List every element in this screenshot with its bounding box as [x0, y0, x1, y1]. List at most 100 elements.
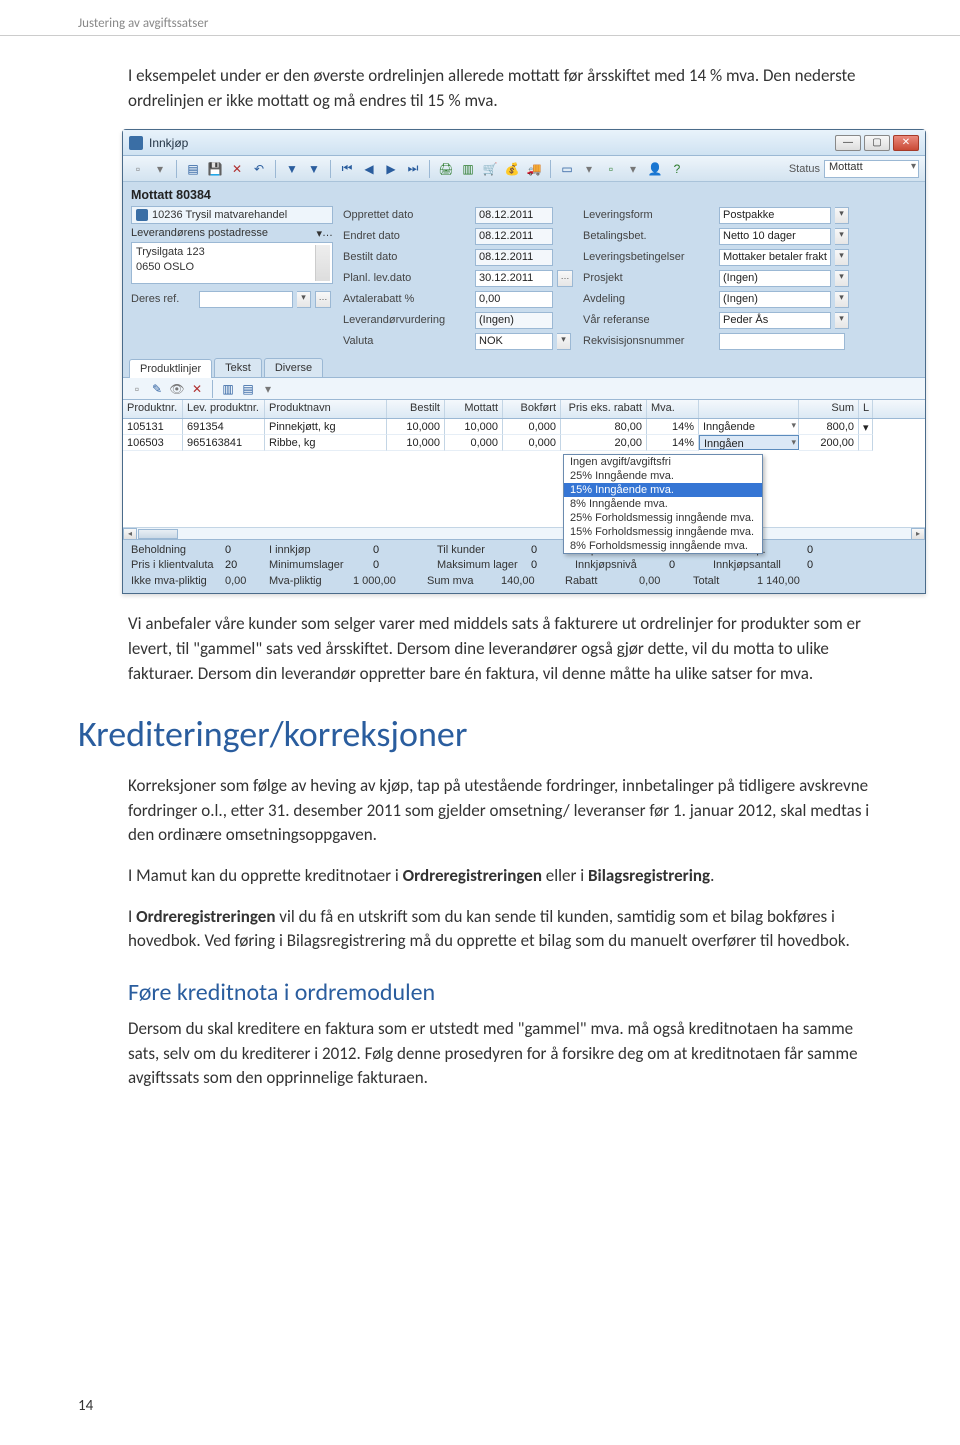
address-type-select[interactable]: Leverandørens postadresse	[131, 227, 316, 240]
field-label: Avtalerabatt %	[343, 293, 414, 305]
tab-produktlinjer[interactable]: Produktlinjer	[129, 359, 212, 378]
new-line-icon[interactable]: ▫	[129, 381, 145, 397]
chart-icon[interactable]: ▥	[459, 160, 477, 178]
deres-ref-input[interactable]	[199, 291, 293, 308]
save-icon[interactable]: 💾	[206, 160, 224, 178]
dropdown-icon[interactable]: ▾	[835, 228, 849, 245]
scroll-right-button[interactable]: ▸	[911, 528, 925, 540]
delete-icon[interactable]: ✕	[228, 160, 246, 178]
grid-row[interactable]: 105131 691354 Pinnekjøtt, kg 10,000 10,0…	[123, 419, 925, 435]
col-mva[interactable]: Mva.	[647, 400, 699, 418]
close-button[interactable]: ✕	[893, 135, 919, 151]
field-label: Bestilt dato	[343, 251, 397, 263]
dropdown-icon[interactable]: ▾	[835, 207, 849, 224]
field-label: Valuta	[343, 335, 373, 347]
dd2-icon[interactable]: ▾	[580, 160, 598, 178]
varreferanse-select[interactable]: Peder Ås	[719, 312, 831, 329]
field-label: Leveringsbetingelser	[583, 251, 685, 263]
filter2-icon[interactable]: ▼	[305, 160, 323, 178]
prosjekt-select[interactable]: (Ingen)	[719, 270, 831, 287]
maximize-button[interactable]: ▢	[864, 135, 890, 151]
mva-option[interactable]: 25% Inngående mva.	[564, 469, 762, 483]
mva-option[interactable]: 15% Forholdsmessig inngående mva.	[564, 525, 762, 539]
intro-paragraph: I eksempelet under er den øverste ordrel…	[128, 64, 872, 113]
deres-ref-lookup[interactable]: …	[315, 291, 331, 308]
col-pris[interactable]: Pris eks. rabatt	[561, 400, 647, 418]
dd3-icon[interactable]: ▾	[624, 160, 642, 178]
col-bokfort[interactable]: Bokført	[503, 400, 561, 418]
col-produktnr[interactable]: Produktnr.	[123, 400, 183, 418]
col-l[interactable]: L	[859, 400, 873, 418]
status-label: Status	[789, 163, 820, 175]
mva-option[interactable]: 8% Forholdsmessig inngående mva.	[564, 539, 762, 553]
mva-dropdown-menu[interactable]: Ingen avgift/avgiftsfri 25% Inngående mv…	[563, 454, 763, 554]
filter-icon[interactable]: ▼	[283, 160, 301, 178]
field-label: Vår referanse	[583, 314, 650, 326]
address-lookup-button[interactable]: …	[322, 227, 333, 240]
tab-tekst[interactable]: Tekst	[214, 358, 262, 377]
truck-icon[interactable]: 🚚	[525, 160, 543, 178]
tab-diverse[interactable]: Diverse	[264, 358, 323, 377]
page-number: 14	[78, 1397, 93, 1415]
book-icon[interactable]: ▭	[558, 160, 576, 178]
scroll-thumb[interactable]	[138, 529, 178, 539]
delete-line-icon[interactable]: ✕	[189, 381, 205, 397]
col-produktnavn[interactable]: Produktnavn	[265, 400, 387, 418]
avdeling-select[interactable]: (Ingen)	[719, 291, 831, 308]
prev-icon[interactable]: ◀	[360, 160, 378, 178]
window-title: Innkjøp	[149, 136, 832, 150]
dropdown-icon[interactable]: ▾	[557, 333, 571, 350]
scroll-left-button[interactable]: ◂	[123, 528, 137, 540]
minimize-button[interactable]: —	[835, 135, 861, 151]
paragraph-4: Dersom du skal kreditere en faktura som …	[128, 1017, 872, 1091]
help-icon[interactable]: ?	[668, 160, 686, 178]
endret-dato: 08.12.2011	[475, 228, 553, 245]
mva-cell-selected[interactable]: Inngåen	[699, 435, 799, 450]
planl-lev-dato-input[interactable]: 30.12.2011	[475, 270, 553, 287]
supplier-button[interactable]: 10236 Trysil matvarehandel	[131, 206, 333, 224]
money-icon[interactable]: 💰	[503, 160, 521, 178]
mva-option[interactable]: 25% Forholdsmessig inngående mva.	[564, 511, 762, 525]
leveringsform-select[interactable]: Postpakke	[719, 207, 831, 224]
person-icon[interactable]: 👤	[646, 160, 664, 178]
col-levproduktnr[interactable]: Lev. produktnr.	[183, 400, 265, 418]
dropdown-icon[interactable]: ▾	[297, 291, 311, 308]
copy-icon[interactable]: ▥	[220, 381, 236, 397]
card-icon[interactable]: ▤	[240, 381, 256, 397]
date-picker-button[interactable]: …	[557, 270, 573, 287]
mva-option-selected[interactable]: 15% Inngående mva.	[564, 483, 762, 497]
next-icon[interactable]: ▶	[382, 160, 400, 178]
col-mva2[interactable]	[699, 400, 799, 418]
dropdown-icon[interactable]: ▾	[835, 312, 849, 329]
cart-icon[interactable]: 🛒	[481, 160, 499, 178]
status-select[interactable]: Mottatt	[824, 160, 919, 178]
rekvisisjon-input[interactable]	[719, 333, 845, 350]
dd-line-icon[interactable]: ▾	[260, 381, 276, 397]
col-sum[interactable]: Sum	[799, 400, 859, 418]
col-bestilt[interactable]: Bestilt	[387, 400, 445, 418]
avtalerabatt-input[interactable]: 0,00	[475, 291, 553, 308]
betalingsbet-select[interactable]: Netto 10 dager	[719, 228, 831, 245]
grid-row[interactable]: 106503 965163841 Ribbe, kg 10,000 0,000 …	[123, 435, 925, 451]
dropdown-icon[interactable]: ▾	[835, 291, 849, 308]
mva-option[interactable]: Ingen avgift/avgiftsfri	[564, 455, 762, 469]
view-line-icon[interactable]: 👁	[169, 381, 185, 397]
new-icon[interactable]: ▫	[129, 160, 147, 178]
leveringsbet-select[interactable]: Mottaker betaler frakt	[719, 249, 831, 266]
first-icon[interactable]: ⏮	[338, 160, 356, 178]
mva-option[interactable]: 8% Inngående mva.	[564, 497, 762, 511]
mva-cell[interactable]: Inngående	[699, 419, 799, 435]
field-label: Leveringsform	[583, 209, 653, 221]
last-icon[interactable]: ⏭	[404, 160, 422, 178]
dropdown-icon[interactable]: ▾	[835, 249, 849, 266]
edit-line-icon[interactable]: ✎	[149, 381, 165, 397]
dropdown-icon[interactable]: ▾	[151, 160, 169, 178]
doc-icon[interactable]: ▫	[602, 160, 620, 178]
dropdown-icon[interactable]: ▾	[835, 270, 849, 287]
address-textarea[interactable]: Trysilgata 123 0650 OSLO	[131, 242, 333, 284]
valuta-input[interactable]: NOK	[475, 333, 553, 350]
print-icon[interactable]: 🖨	[437, 160, 455, 178]
list-icon[interactable]: ▤	[184, 160, 202, 178]
col-mottatt[interactable]: Mottatt	[445, 400, 503, 418]
undo-icon[interactable]: ↶	[250, 160, 268, 178]
